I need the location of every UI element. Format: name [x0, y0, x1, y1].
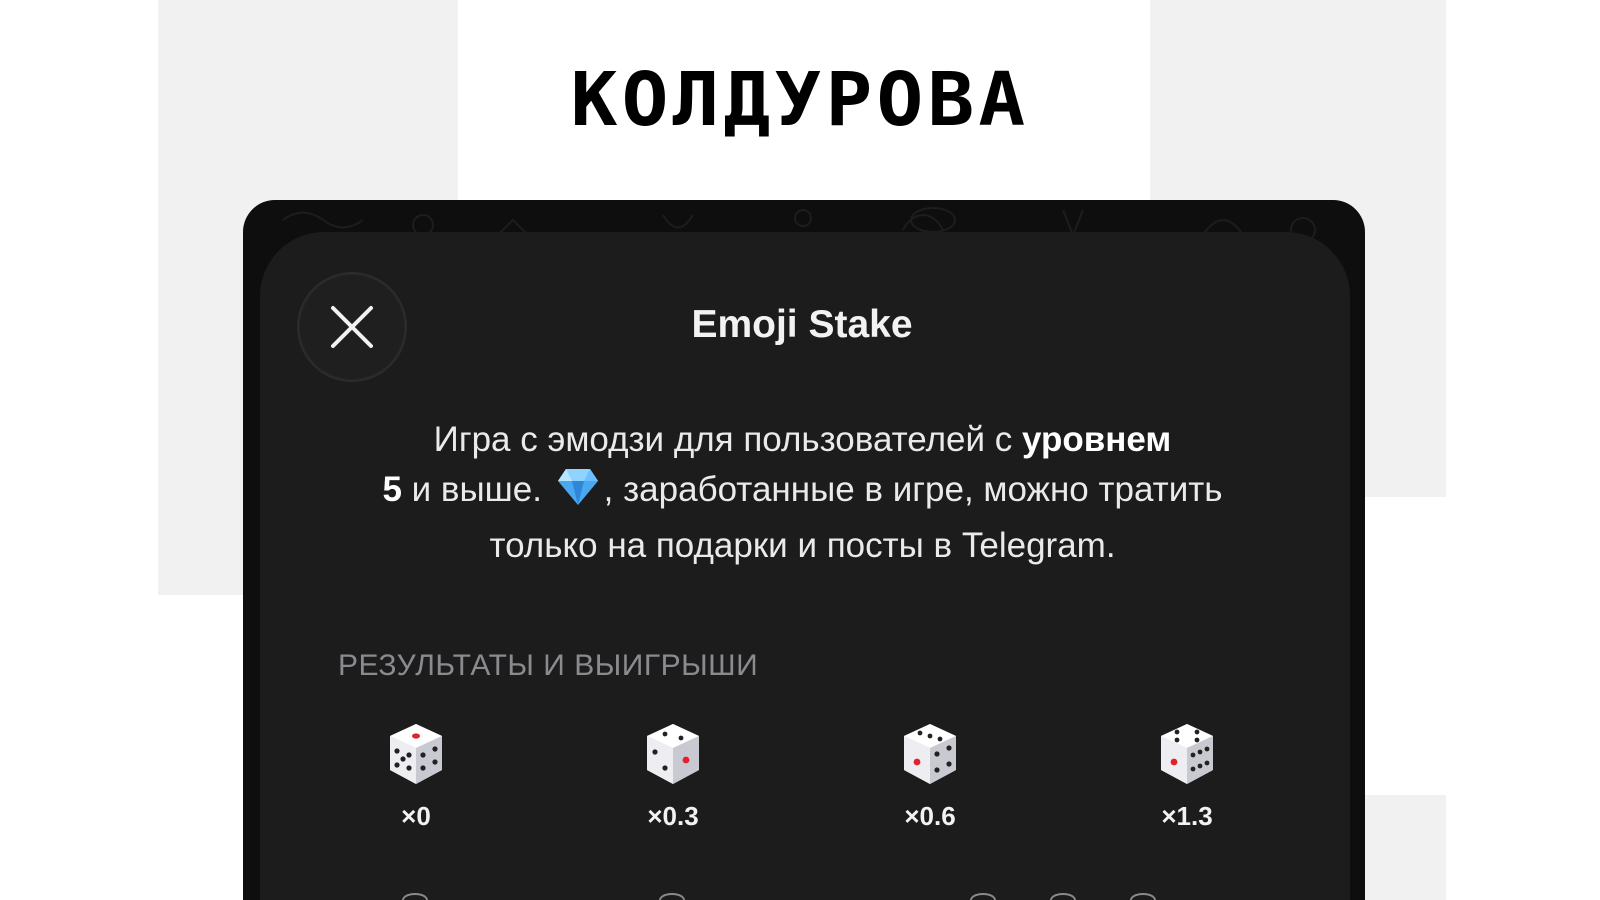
brand-logo: КОЛДУРОВА: [570, 57, 1030, 143]
outcome-item: ×0.6: [870, 718, 990, 831]
description-text: Игра с эмодзи для пользователей с уровне…: [360, 415, 1245, 571]
close-icon: [331, 306, 373, 348]
description-part-1: Игра с эмодзи для пользователей с: [433, 420, 1022, 459]
background-block-right-lower: [1356, 795, 1446, 900]
outcome-item: ×1.3: [1127, 718, 1247, 831]
description-bold-number: 5: [382, 470, 402, 509]
next-row-peek: [1130, 893, 1156, 900]
next-row-peek: [659, 893, 685, 900]
next-row-peek: [402, 893, 428, 900]
close-button[interactable]: [297, 272, 407, 382]
dice-icon: [637, 718, 709, 794]
gem-icon: [556, 467, 600, 521]
section-header-results: РЕЗУЛЬТАТЫ И ВЫИГРЫШИ: [338, 649, 759, 682]
sheet-title: Emoji Stake: [691, 303, 913, 346]
description-bold-level: уровнем: [1022, 420, 1172, 459]
outcome-item: ×0: [356, 718, 476, 831]
description-part-2: и выше.: [401, 470, 552, 509]
multiplier-label: ×0: [401, 801, 431, 831]
outcome-item: ×0.3: [613, 718, 733, 831]
dice-icon: [894, 718, 966, 794]
multiplier-label: ×0.6: [904, 801, 956, 831]
dice-icon: [1151, 718, 1223, 794]
next-row-peek: [1050, 893, 1076, 900]
dice-icon: [380, 718, 452, 794]
multiplier-label: ×0.3: [647, 801, 699, 831]
multiplier-label: ×1.3: [1161, 801, 1213, 831]
next-row-peek: [970, 893, 996, 900]
